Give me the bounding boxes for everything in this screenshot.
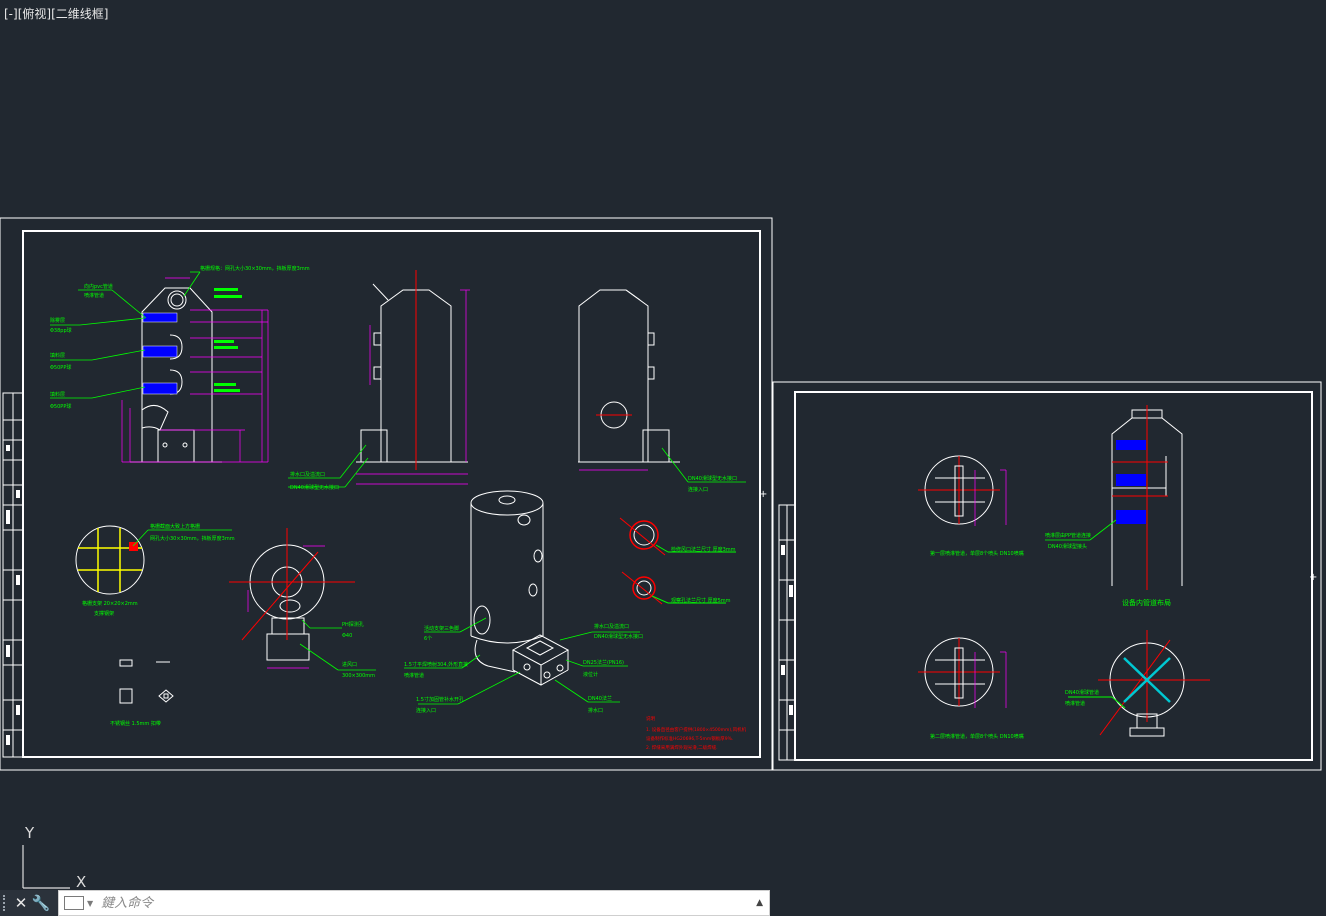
layer3-label: 填料层 bbox=[50, 391, 65, 398]
ucs-x-label: X bbox=[76, 873, 87, 891]
layer2-caption: 第二层喷淋管道，单层8个喷头 DN10喷嘴 bbox=[930, 733, 1024, 740]
layer3b-label: Φ50PP球 bbox=[50, 403, 71, 410]
access-note: 活动支架三色脚 bbox=[424, 625, 459, 632]
grid-note: 格栅规格：网孔大小30×30mm，挡板厚度3mm bbox=[200, 265, 310, 272]
drain-note2: DN40滑球型无水接口 bbox=[290, 484, 339, 491]
sheet1-border bbox=[0, 217, 773, 771]
front-dimensions bbox=[356, 289, 470, 485]
bottom-labels: DN40滑球管道 喷淋管道 bbox=[1065, 689, 1099, 707]
bottom-note: DN40滑球管道 bbox=[1065, 689, 1099, 696]
isometric-view bbox=[470, 490, 570, 686]
bolt-note: 不锈钢丝 1.5mm 扣带 bbox=[110, 720, 161, 727]
spray-layer2 bbox=[918, 637, 1007, 708]
note-line-2: 设备制作标准HG20696,T-5mm钢板厚9%. bbox=[646, 735, 733, 742]
tower-packing-layers bbox=[142, 312, 178, 395]
dn40-drain: DN40法兰 bbox=[588, 695, 612, 702]
commandline: ▼ ▲ bbox=[58, 890, 770, 916]
wrench-icon[interactable]: 🔧 bbox=[31, 894, 51, 912]
inlet-size: 300×300mm bbox=[342, 673, 375, 679]
grid-spec: 网孔大小30×30mm，挡板厚度3mm bbox=[150, 535, 235, 542]
small-parts bbox=[119, 659, 174, 704]
commandline-grip[interactable] bbox=[3, 895, 11, 911]
pipe-note: 1.5寸平焊喷射304,外形直接 bbox=[404, 661, 468, 668]
inlet-note: 进风口 bbox=[342, 661, 357, 668]
side-labels: DN40滑球型无水接口 连接入口 bbox=[688, 475, 737, 493]
side-elevation bbox=[578, 289, 680, 463]
tower-labels: 格栅规格：网孔大小30×30mm，挡板厚度3mm 向内pvc管道 喷淋管道 除雾… bbox=[50, 265, 310, 410]
prompt-icon[interactable] bbox=[64, 896, 84, 910]
sheet-edge-marks: ++ bbox=[759, 489, 1317, 583]
command-input[interactable] bbox=[99, 894, 744, 912]
notes-title: 说明 bbox=[646, 715, 655, 722]
tower-dimensions bbox=[121, 277, 269, 463]
grid-plate-note2: 支撑钢架 bbox=[94, 610, 114, 617]
note-line-3: 2. 焊缝采用满焊外观光滑,二级焊缝. bbox=[646, 744, 718, 751]
inlet-pipe2: 连接入口 bbox=[416, 707, 436, 714]
hole-note1: 检修风口法兰尺寸 厚度3mm bbox=[671, 546, 736, 553]
spray-layer1 bbox=[918, 455, 1007, 526]
plan-centerlines bbox=[229, 528, 355, 641]
tower-green-marks bbox=[214, 288, 242, 392]
chevron-down-icon[interactable]: ▼ bbox=[87, 899, 93, 908]
bottom-plan bbox=[1068, 630, 1210, 737]
grid-title: 格栅截面大致上方格栅 bbox=[150, 523, 200, 530]
grid-plate bbox=[75, 525, 145, 595]
ph-note: PH探测孔 bbox=[342, 621, 364, 628]
close-icon[interactable]: ✕ bbox=[11, 894, 31, 912]
flange-details bbox=[619, 517, 736, 605]
sheet2-title: 设备内管道布局 bbox=[1122, 598, 1171, 607]
flange-labels: 检修风口法兰尺寸 厚度3mm 观察孔法兰尺寸 厚度5mm bbox=[671, 546, 736, 604]
commandline-toolbar: ✕ 🔧 bbox=[0, 890, 58, 916]
ucs-icon bbox=[22, 845, 70, 889]
grid-plate-note: 格栅支架 20×20×2mm bbox=[82, 600, 138, 607]
drawing-canvas[interactable]: 格栅规格：网孔大小30×30mm，挡板厚度3mm 向内pvc管道 喷淋管道 除雾… bbox=[0, 0, 1326, 916]
sheet2-border bbox=[772, 381, 1322, 771]
plan-leaders bbox=[299, 619, 376, 671]
spray-note2: DN40滑球型接头 bbox=[1048, 543, 1087, 550]
pvc-note: 向内pvc管道 bbox=[84, 283, 113, 290]
front-labels: 排水口及溢流口 DN40滑球型无水接口 bbox=[290, 471, 339, 491]
valve-note: DN25法兰(PN16) bbox=[583, 659, 624, 666]
layer1-caption: 第一层喷淋管道，单层8个喷头 DN10喷嘴 bbox=[930, 550, 1024, 557]
ph-size: Φ40 bbox=[342, 633, 352, 639]
layer2-label: 填料层 bbox=[50, 352, 65, 359]
pvc-note2: 喷淋管道 bbox=[84, 292, 104, 299]
layer1-label: 除雾层 bbox=[50, 317, 65, 324]
bottom-note2: 喷淋管道 bbox=[1065, 700, 1085, 707]
dn40-note2: 连接入口 bbox=[688, 486, 708, 493]
valve-note2: 液位计 bbox=[583, 671, 598, 678]
internal-tower-layers bbox=[1116, 440, 1146, 524]
internal-labels: 喷淋层由PP管道连接 DN40滑球型接头 设备内管道布局 bbox=[1045, 532, 1171, 607]
spray-note: 喷淋层由PP管道连接 bbox=[1045, 532, 1091, 539]
note-line-1: 1. 设备直径由客户提供(1800×4500mm),风机机 bbox=[646, 726, 747, 733]
hole-note2: 观察孔法兰尺寸 厚度5mm bbox=[671, 597, 731, 604]
svg-text:+: + bbox=[1309, 572, 1317, 583]
dn40-note: DN40滑球型无水接口 bbox=[688, 475, 737, 482]
pipe-note2: 喷淋管道 bbox=[404, 672, 424, 679]
notes-block: 说明 1. 设备直径由客户提供(1800×4500mm),风机机 设备制作标准H… bbox=[646, 715, 747, 751]
layer1b-label: Φ38pp球 bbox=[50, 327, 72, 334]
access-qty: 6个 bbox=[424, 636, 432, 642]
layer2b-label: Φ50PP球 bbox=[50, 364, 71, 371]
drain-note: 排水口及溢流口 bbox=[290, 471, 325, 478]
tank-note: 排水口及溢流口 bbox=[594, 623, 629, 630]
inlet-pipe: 1.5寸加固管补水开孔 bbox=[416, 696, 464, 703]
iso-labels: 活动支架三色脚 6个 1.5寸平焊喷射304,外形直接 喷淋管道 1.5寸加固管… bbox=[404, 623, 643, 714]
front-elevation bbox=[356, 283, 468, 463]
chevron-up-icon[interactable]: ▲ bbox=[756, 898, 763, 908]
front-leaders bbox=[288, 444, 369, 488]
ucs-y-label: Y bbox=[25, 824, 35, 842]
tank-note2: DN40滑球型无水接口 bbox=[594, 633, 643, 640]
svg-text:+: + bbox=[759, 489, 767, 500]
dn40-drain2: 排水口 bbox=[588, 707, 603, 714]
